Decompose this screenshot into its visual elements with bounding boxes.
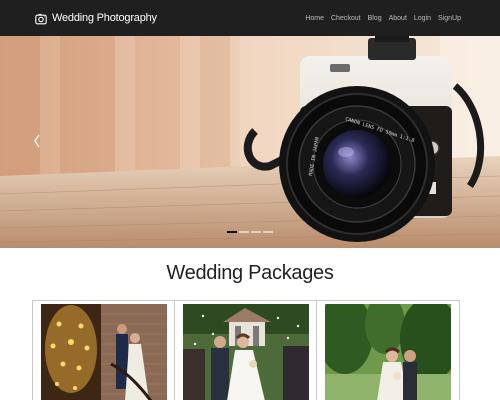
nav-links: Home Checkout Blog About Login SignUp — [305, 15, 461, 22]
carousel-indicators — [227, 231, 273, 233]
couple-garden-photo — [325, 304, 451, 400]
packages-grid — [32, 300, 460, 400]
camera-icon — [35, 12, 47, 25]
brand-text: Wedding Photography — [52, 12, 157, 24]
nav-link-checkout[interactable]: Checkout — [331, 15, 361, 22]
carousel-prev-button[interactable] — [31, 132, 43, 150]
page: Wedding Photography Home Checkout Blog A… — [0, 0, 500, 400]
hero-carousel: CANON LENS FD 50mm 1:1.8 MADE IN JAPAN — [0, 36, 500, 248]
nav-link-home[interactable]: Home — [305, 15, 324, 22]
couple-gazebo-photo — [183, 304, 309, 400]
section-title: Wedding Packages — [166, 262, 334, 284]
brand-link[interactable]: Wedding Photography — [35, 12, 157, 25]
nav-link-signup[interactable]: SignUp — [438, 15, 461, 22]
navbar: Wedding Photography Home Checkout Blog A… — [0, 0, 500, 36]
nav-link-blog[interactable]: Blog — [368, 15, 382, 22]
carousel-indicator-1[interactable] — [227, 231, 237, 233]
nav-link-about[interactable]: About — [389, 15, 407, 22]
carousel-indicator-3[interactable] — [251, 231, 261, 233]
package-card[interactable] — [174, 301, 316, 400]
chevron-left-icon — [34, 134, 40, 148]
carousel-indicator-4[interactable] — [263, 231, 273, 233]
hero-slide-image: CANON LENS FD 50mm 1:1.8 MADE IN JAPAN — [0, 36, 500, 248]
package-card[interactable] — [316, 301, 460, 400]
nav-link-login[interactable]: Login — [414, 15, 431, 22]
carousel-indicator-2[interactable] — [239, 231, 249, 233]
couple-chandelier-photo — [41, 304, 167, 400]
package-card[interactable] — [32, 301, 174, 400]
